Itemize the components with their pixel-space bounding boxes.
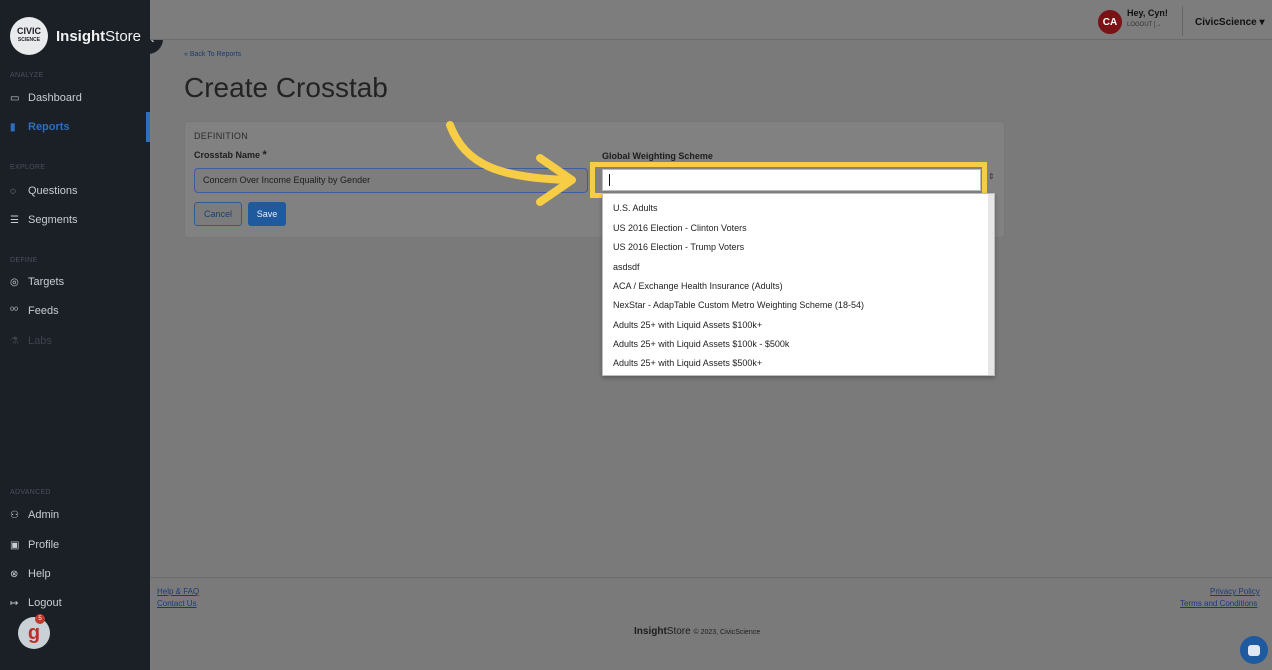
sidebar-item-label: Reports [28, 121, 70, 133]
brand-name-bold: Insight [56, 27, 106, 45]
reports-icon: ▮ [10, 121, 16, 133]
notification-badge: 5 [35, 614, 45, 624]
logout-link-label: LOGOUT [1127, 22, 1153, 28]
page-title: Create Crosstab [184, 72, 388, 103]
civicscience-logo: CIVIC SCIENCE [10, 17, 48, 55]
sidebar-item-label: Labs [28, 335, 52, 347]
sidebar-item-segments[interactable]: ☰ Segments [10, 214, 78, 226]
dropdown-scrollbar[interactable] [988, 194, 994, 375]
sidebar-item-label: Admin [28, 509, 60, 521]
sidebar-item-dashboard[interactable]: ▭ Dashboard [10, 92, 82, 104]
sidebar-item-feeds[interactable]: ⁰⁰ Feeds [10, 305, 59, 317]
help-icon: ⊗ [10, 568, 19, 580]
weighting-scheme-label: Global Weighting Scheme [602, 151, 713, 161]
user-greeting: Hey, Cyn! [1127, 8, 1168, 18]
org-name: CivicScience [1195, 17, 1257, 28]
sidebar-item-help[interactable]: ⊗ Help [10, 568, 51, 580]
sidebar-item-label: Dashboard [28, 92, 82, 104]
required-marker: * [262, 149, 267, 161]
segments-icon: ☰ [10, 214, 19, 226]
chat-button[interactable] [1240, 636, 1268, 664]
footer-brand-bold: Insight [634, 626, 667, 637]
avatar[interactable]: CA [1098, 10, 1122, 34]
dropdown-option[interactable]: Adults 25+ with Liquid Assets $100k+ [613, 320, 762, 330]
chat-icon [1248, 644, 1260, 656]
brand-name: InsightStore [56, 28, 141, 45]
brand-name-rest: Store [105, 27, 142, 45]
brand[interactable]: CIVIC SCIENCE InsightStore [10, 17, 141, 55]
dropdown-option[interactable]: US 2016 Election - Clinton Voters [613, 223, 747, 233]
nav-section-analyze: ANALYZE [10, 72, 44, 79]
logo-text: CIVIC [16, 26, 41, 36]
contact-us-link[interactable]: Contact Us [157, 599, 197, 608]
footer-brand-rest: Store [666, 626, 691, 637]
sidebar-item-profile[interactable]: ▣ Profile [10, 539, 59, 551]
footer-brand: InsightStore © 2023, CivicScience [634, 626, 760, 637]
org-switcher[interactable]: CivicScience ▾ [1195, 17, 1265, 28]
logout-icon: [→ [1153, 22, 1162, 28]
section-label: DEFINITION [194, 131, 248, 141]
nav-section-define: DEFINE [10, 257, 38, 264]
logout-link[interactable]: LOGOUT [→ [1127, 22, 1162, 28]
nav-section-explore: EXPLORE [10, 164, 46, 171]
profile-icon: ▣ [10, 539, 20, 551]
admin-icon: ⚇ [10, 509, 19, 521]
sidebar-item-admin[interactable]: ⚇ Admin [10, 509, 59, 521]
help-faq-link[interactable]: Help & FAQ [157, 587, 199, 596]
sidebar-item-reports[interactable]: ▮ Reports [10, 121, 70, 133]
sidebar-item-label: Profile [28, 539, 60, 551]
dropdown-option[interactable]: Adults 25+ with Liquid Assets $500k+ [613, 358, 762, 368]
copyright: © 2023, CivicScience [693, 629, 761, 636]
chevron-down-icon: ▾ [1259, 17, 1265, 28]
crosstab-name-label-text: Crosstab Name [194, 150, 261, 160]
privacy-policy-link[interactable]: Privacy Policy [1210, 587, 1260, 596]
labs-icon: ⚗ [10, 335, 19, 347]
logo-subtext: SCIENCE [17, 37, 41, 43]
terms-link[interactable]: Terms and Conditions [1180, 599, 1257, 608]
dashboard-icon: ▭ [10, 92, 20, 104]
crosstab-name-label: Crosstab Name * [194, 149, 267, 161]
logout-icon: ↦ [10, 597, 19, 609]
sidebar: CIVIC SCIENCE InsightStore ANALYZE ▭ Dash… [0, 0, 150, 670]
weighting-scheme-dropdown: U.S. Adults US 2016 Election - Clinton V… [602, 193, 995, 376]
back-to-reports-link[interactable]: « Back To Reports [184, 51, 241, 58]
active-indicator [146, 112, 150, 142]
questions-icon: ◌ [10, 185, 16, 197]
sidebar-item-label: Help [28, 568, 51, 580]
sidebar-item-label: Targets [28, 276, 65, 288]
curved-arrow-annotation [446, 121, 576, 206]
g2-logo[interactable]: g [18, 617, 50, 649]
sidebar-item-targets[interactable]: ◎ Targets [10, 276, 64, 288]
sidebar-item-labs: ⚗ Labs [10, 335, 52, 347]
dropdown-option[interactable]: US 2016 Election - Trump Voters [613, 242, 744, 252]
targets-icon: ◎ [10, 276, 19, 288]
sidebar-item-label: Questions [28, 185, 78, 197]
cancel-button[interactable]: Cancel [194, 202, 242, 226]
select-arrows-icon[interactable]: ⇕ [988, 172, 995, 181]
sidebar-item-label: Logout [28, 597, 62, 609]
feeds-icon: ⁰⁰ [10, 305, 19, 317]
sidebar-item-label: Feeds [28, 305, 59, 317]
header-divider [1182, 6, 1183, 36]
dropdown-option[interactable]: Adults 25+ with Liquid Assets $100k - $5… [613, 339, 789, 349]
dropdown-option[interactable]: U.S. Adults [613, 203, 658, 213]
dropdown-option[interactable]: asdsdf [613, 262, 640, 272]
dropdown-option[interactable]: NexStar - AdapTable Custom Metro Weighti… [613, 300, 864, 310]
nav-section-advanced: ADVANCED [10, 489, 51, 496]
sidebar-item-logout[interactable]: ↦ Logout [10, 597, 62, 609]
save-button[interactable]: Save [248, 202, 286, 226]
footer-divider [150, 577, 1272, 578]
dropdown-option[interactable]: ACA / Exchange Health Insurance (Adults) [613, 281, 783, 291]
sidebar-item-label: Segments [28, 214, 78, 226]
sidebar-item-questions[interactable]: ◌ Questions [10, 185, 78, 197]
